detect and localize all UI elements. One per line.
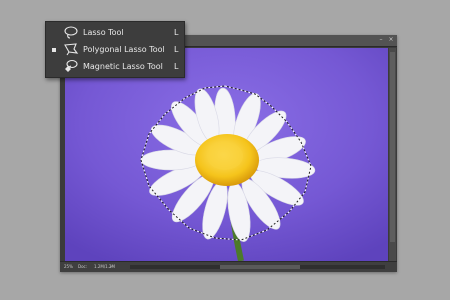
horizontal-scrollbar[interactable]: [130, 265, 385, 269]
image-canvas[interactable]: [65, 48, 388, 261]
menu-item-magnetic-lasso-tool[interactable]: Magnetic Lasso Tool L: [46, 58, 184, 75]
lasso-tool-flyout-menu: Lasso Tool L Polygonal Lasso Tool L Magn…: [45, 21, 185, 78]
close-button[interactable]: ×: [387, 36, 395, 44]
menu-item-polygonal-lasso-tool[interactable]: Polygonal Lasso Tool L: [46, 41, 184, 58]
menu-shortcut-polygonal-lasso-tool: L: [174, 45, 179, 54]
polygonal-lasso-icon: [64, 43, 79, 56]
menu-shortcut-magnetic-lasso-tool: L: [174, 62, 179, 71]
vertical-scroll-thumb[interactable]: [390, 52, 395, 242]
magnetic-lasso-icon: [65, 59, 78, 72]
menu-label-polygonal-lasso-tool: Polygonal Lasso Tool: [83, 45, 165, 54]
menu-shortcut-lasso-tool: L: [174, 28, 179, 37]
daisy-image: [65, 48, 388, 261]
menu-item-lasso-tool[interactable]: Lasso Tool L: [46, 24, 184, 41]
status-bar: 25% Doc: 1.2M/1.2M ›: [60, 261, 397, 272]
vertical-scrollbar[interactable]: [389, 48, 396, 261]
horizontal-scroll-thumb[interactable]: [220, 265, 300, 269]
minimize-button[interactable]: –: [377, 36, 385, 44]
menu-label-lasso-tool: Lasso Tool: [83, 28, 124, 37]
selected-indicator: [52, 48, 56, 52]
zoom-level[interactable]: 25%: [64, 263, 73, 271]
status-menu-arrow-icon[interactable]: ›: [110, 263, 112, 271]
lasso-icon: [64, 26, 78, 39]
doc-info-label: Doc:: [78, 264, 88, 269]
menu-label-magnetic-lasso-tool: Magnetic Lasso Tool: [83, 62, 163, 71]
